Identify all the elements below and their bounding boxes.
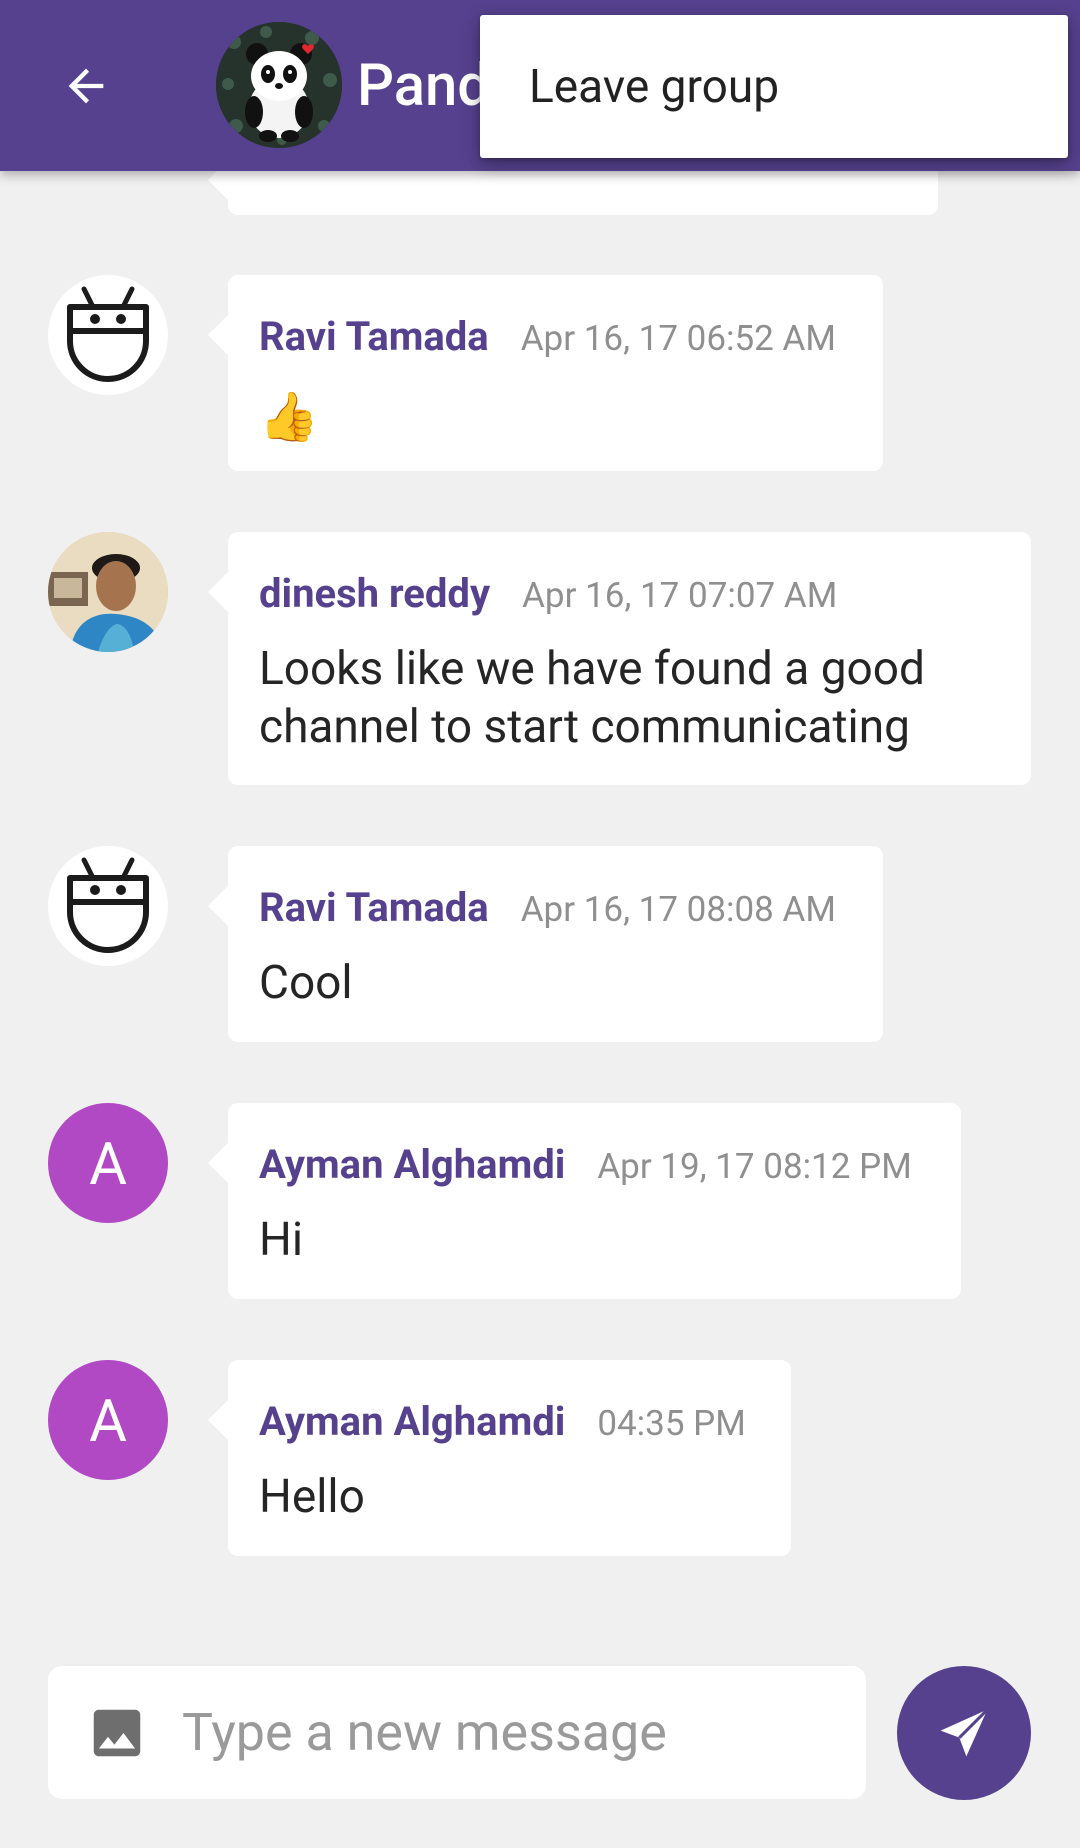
message-text: 👍 (259, 388, 319, 445)
avatar-ayman-alghamdi[interactable]: A (48, 1103, 168, 1223)
message-text: Hi (259, 1213, 304, 1267)
user-photo (48, 532, 168, 652)
compose-bar (48, 1666, 866, 1799)
message-text: Cool (259, 956, 353, 1010)
message-text: Hello (259, 1470, 365, 1524)
message-author[interactable]: Ravi Tamada (259, 884, 489, 931)
panda-avatar-icon (216, 22, 342, 148)
chat-message-list[interactable]: Ravi Tamada Apr 16, 17 06:52 AM 👍 dinesh… (0, 0, 1080, 1640)
message-text: Looks like we have found a good channel … (259, 642, 925, 754)
message-header: dinesh reddy Apr 16, 17 07:07 AM (259, 570, 837, 617)
group-avatar[interactable] (216, 22, 342, 148)
overflow-menu: Leave group (480, 15, 1068, 158)
menu-item-leave-group[interactable]: Leave group (480, 15, 1068, 158)
message-bubble[interactable]: Ravi Tamada Apr 16, 17 08:08 AM Cool (208, 846, 883, 1042)
message-bubble[interactable]: dinesh reddy Apr 16, 17 07:07 AM Looks l… (208, 532, 1031, 785)
message-author[interactable]: Ayman Alghamdi (259, 1141, 565, 1188)
message-header: Ayman Alghamdi Apr 19, 17 08:12 PM (259, 1141, 912, 1188)
message-header: Ravi Tamada Apr 16, 17 06:52 AM (259, 313, 836, 360)
avatar-letter: A (89, 1388, 127, 1456)
avatar-ayman-alghamdi[interactable]: A (48, 1360, 168, 1480)
message-header: Ayman Alghamdi 04:35 PM (259, 1398, 746, 1445)
message-author[interactable]: dinesh reddy (259, 570, 490, 617)
send-icon (940, 1708, 989, 1757)
robot-face-icon (67, 857, 149, 953)
avatar-dinesh-reddy[interactable] (48, 532, 168, 652)
message-bubble[interactable]: Ayman Alghamdi Apr 19, 17 08:12 PM Hi (208, 1103, 961, 1299)
robot-face-icon (67, 286, 149, 382)
attach-image-button[interactable] (86, 1702, 148, 1764)
message-timestamp: Apr 16, 17 08:08 AM (520, 889, 836, 930)
message-header: Ravi Tamada Apr 16, 17 08:08 AM (259, 884, 836, 931)
message-timestamp: Apr 16, 17 07:07 AM (522, 575, 838, 616)
avatar-ravi-tamada[interactable] (48, 846, 168, 966)
back-button[interactable] (46, 46, 126, 126)
message-input[interactable] (182, 1682, 842, 1782)
message-author[interactable]: Ayman Alghamdi (259, 1398, 565, 1445)
message-author[interactable]: Ravi Tamada (259, 313, 489, 360)
avatar-letter: A (89, 1131, 127, 1199)
message-timestamp: Apr 16, 17 06:52 AM (520, 318, 836, 359)
message-timestamp: Apr 19, 17 08:12 PM (597, 1146, 912, 1187)
send-button[interactable] (897, 1666, 1031, 1800)
message-bubble[interactable]: Ravi Tamada Apr 16, 17 06:52 AM 👍 (208, 275, 883, 471)
image-icon (93, 1709, 141, 1757)
message-bubble[interactable]: Ayman Alghamdi 04:35 PM Hello (208, 1360, 791, 1556)
avatar-ravi-tamada[interactable] (48, 275, 168, 395)
message-timestamp: 04:35 PM (597, 1403, 746, 1444)
arrow-back-icon (68, 68, 104, 104)
